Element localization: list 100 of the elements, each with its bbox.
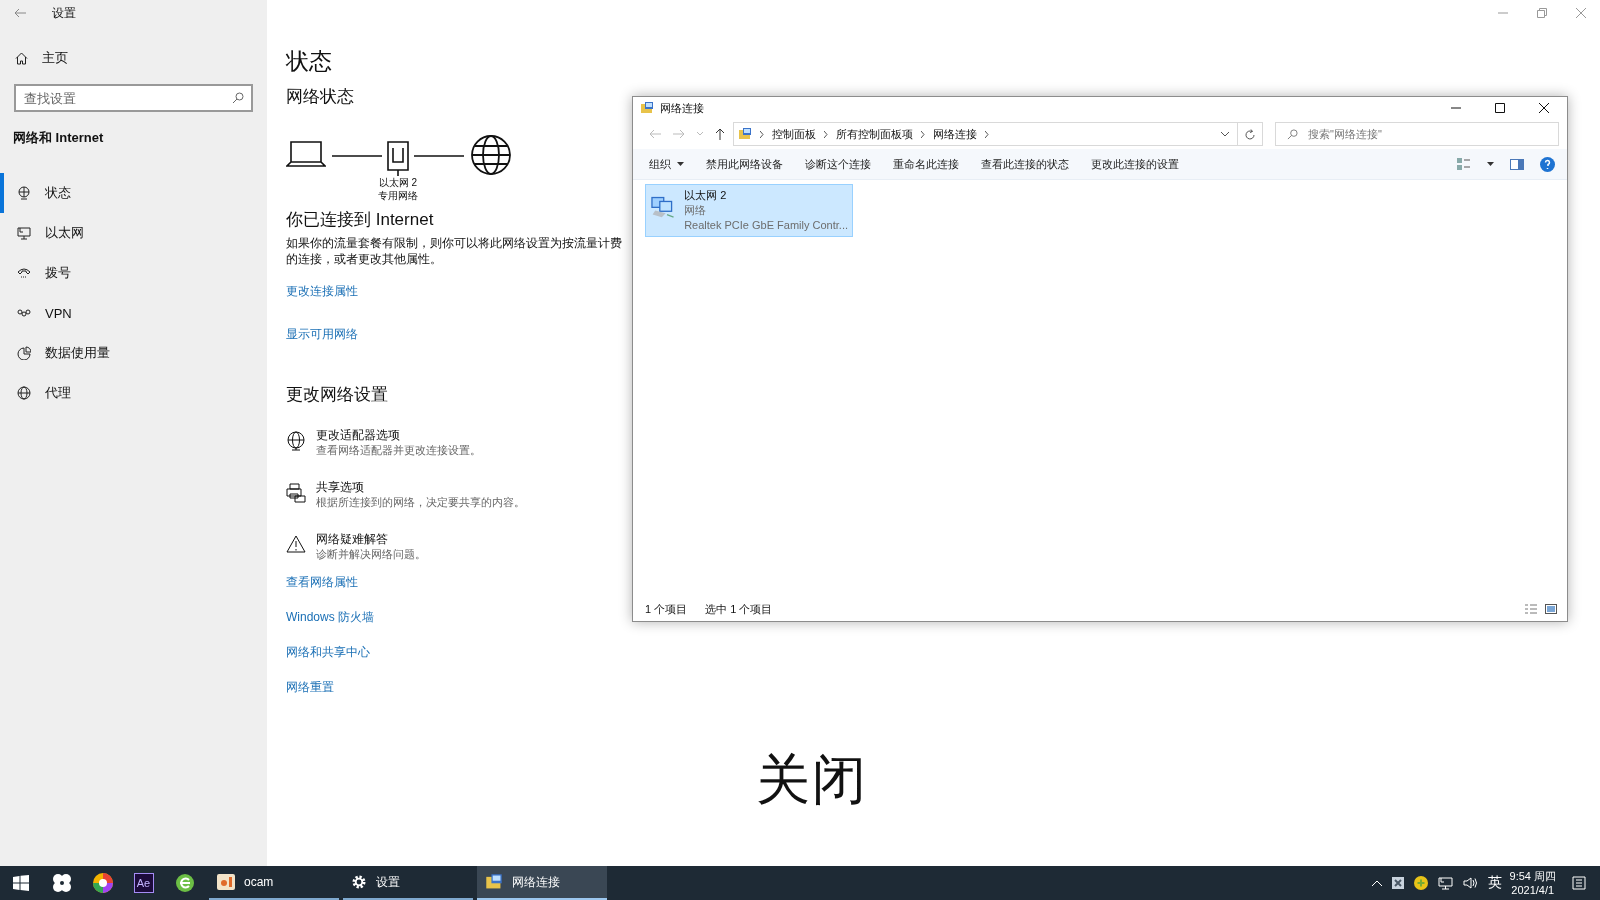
nav-item[interactable]: 以太网 — [0, 213, 267, 253]
back-icon[interactable] — [14, 8, 26, 18]
address-bar[interactable]: 控制面板 所有控制面板项 网络连接 — [733, 122, 1238, 146]
section-heading: 网络状态 — [286, 86, 354, 108]
monitor-icon — [17, 226, 31, 240]
help-icon[interactable] — [1540, 156, 1555, 172]
caret-icon[interactable] — [1221, 131, 1229, 137]
description-text: 如果你的流量套餐有限制，则你可以将此网络设置为按流量计费的连接，或者更改其他属性。 — [286, 235, 623, 267]
network-folder-icon — [738, 127, 752, 141]
settings-link[interactable]: 更改连接属性 — [286, 283, 358, 300]
settings-link[interactable]: 网络重置 — [286, 679, 334, 696]
tray-app-icon[interactable] — [1391, 877, 1404, 889]
breadcrumb-item[interactable]: 所有控制面板项 — [836, 126, 913, 142]
page-heading: 状态 — [286, 47, 332, 76]
breadcrumb-item[interactable]: 网络连接 — [933, 126, 977, 142]
nav-item[interactable]: 拨号 — [0, 253, 267, 293]
windows-logo-icon — [12, 875, 29, 891]
home-link[interactable]: 主页 — [0, 26, 267, 67]
taskbar-window[interactable]: 网络连接 — [477, 866, 607, 900]
globe-monitor-icon — [286, 431, 306, 451]
option-description: 根据所连接到的网络，决定要共享的内容。 — [316, 495, 525, 510]
volume-icon[interactable] — [1462, 877, 1478, 889]
input-method-indicator[interactable]: 英 — [1487, 874, 1502, 892]
option-title: 共享选项 — [316, 480, 365, 495]
network-folder-icon — [485, 873, 503, 891]
window-title: 设置 — [52, 4, 76, 22]
option-description: 诊断并解决网络问题。 — [316, 547, 426, 562]
chevron-up-icon[interactable] — [1371, 880, 1382, 886]
warning-icon — [286, 535, 306, 553]
command-button[interactable]: 禁用此网络设备 — [698, 152, 791, 176]
network-label: 专用网络 — [378, 189, 418, 202]
item-count: 1 个项目 — [645, 601, 688, 617]
settings-link[interactable]: 网络和共享中心 — [286, 644, 370, 661]
chevron-icon — [921, 130, 925, 138]
laptop-icon — [286, 140, 326, 168]
refresh-button[interactable] — [1237, 122, 1263, 146]
option-title: 网络疑难解答 — [316, 532, 389, 547]
search-icon — [232, 92, 244, 104]
chevron-icon — [760, 130, 764, 138]
connector-line — [332, 154, 382, 158]
option-item[interactable]: 网络疑难解答 诊断并解决网络问题。 — [286, 532, 426, 562]
large-icons-view-icon[interactable] — [1545, 604, 1557, 614]
globe-icon — [17, 186, 31, 200]
command-button[interactable]: 更改此连接的设置 — [1083, 152, 1187, 176]
video-caption: 关闭 — [756, 748, 868, 811]
ae-logo: Ae — [133, 873, 154, 893]
close-icon[interactable] — [1539, 103, 1549, 113]
adapter-device: Realtek PCIe GbE Family Contr... — [684, 218, 848, 233]
taskbar-window[interactable]: ocam — [209, 866, 339, 900]
adapter-status: 网络 — [684, 203, 708, 218]
command-button[interactable]: 重命名此连接 — [885, 152, 967, 176]
search-field[interactable]: 查找设置 — [14, 84, 253, 112]
option-item[interactable]: 共享选项 根据所连接到的网络，决定要共享的内容。 — [286, 480, 525, 510]
maximize-icon[interactable] — [1495, 103, 1505, 113]
color-wheel-icon — [91, 872, 114, 894]
network-folder-icon — [640, 101, 654, 115]
breadcrumb-item[interactable]: 控制面板 — [772, 126, 816, 142]
option-description: 查看网络适配器并更改连接设置。 — [316, 443, 481, 458]
phone-icon — [17, 266, 31, 280]
pinwheel-icon — [51, 873, 72, 893]
network-adapter-item[interactable]: 以太网 2 网络 Realtek PCIe GbE Family Contr... — [645, 184, 853, 237]
taskbar-window[interactable]: 设置 — [343, 866, 473, 900]
gear-icon — [351, 874, 367, 890]
selection-count: 选中 1 个项目 — [705, 601, 773, 617]
nav-item[interactable]: 数据使用量 — [0, 333, 267, 373]
browser-e-icon — [174, 873, 195, 893]
search-icon — [1287, 129, 1298, 140]
settings-link[interactable]: Windows 防火墙 — [286, 609, 374, 626]
caret-icon[interactable] — [1487, 162, 1494, 166]
adapter-label: 以太网 2 — [378, 176, 418, 189]
preview-pane-icon[interactable] — [1510, 158, 1524, 170]
tray-app-icon[interactable] — [1413, 876, 1428, 890]
link-icon — [17, 308, 31, 318]
connection-status: 你已连接到 Internet — [286, 209, 434, 231]
chevron-icon — [824, 130, 828, 138]
option-item[interactable]: 更改适配器选项 查看网络适配器并更改连接设置。 — [286, 428, 481, 458]
notification-icon[interactable] — [1572, 876, 1586, 890]
section-heading: 更改网络设置 — [286, 384, 388, 406]
chevron-icon — [985, 130, 989, 138]
settings-link[interactable]: 显示可用网络 — [286, 326, 358, 343]
network-icon[interactable] — [1437, 876, 1453, 890]
restore-icon[interactable] — [1537, 8, 1547, 18]
settings-link[interactable]: 查看网络属性 — [286, 574, 358, 591]
taskbar-app[interactable]: Ae — [123, 866, 164, 900]
caret-icon — [677, 162, 684, 166]
option-title: 更改适配器选项 — [316, 428, 401, 443]
adapter-name: 以太网 2 — [684, 188, 728, 203]
pie-icon — [17, 346, 31, 360]
clock[interactable]: 9:54 周四 2021/4/1 — [1509, 869, 1556, 897]
command-button[interactable]: 查看此连接的状态 — [973, 152, 1077, 176]
home-icon — [15, 51, 28, 65]
nav-item[interactable]: 代理 — [0, 373, 267, 413]
up-icon[interactable] — [715, 128, 725, 140]
command-button[interactable]: 诊断这个连接 — [797, 152, 879, 176]
camera-app-icon — [217, 874, 235, 890]
refresh-icon — [1245, 128, 1255, 140]
organize-menu[interactable]: 组织 — [641, 152, 692, 176]
window-title: 网络连接 — [660, 100, 704, 116]
globe-icon — [470, 134, 512, 176]
nav-item[interactable]: VPN — [0, 293, 267, 333]
